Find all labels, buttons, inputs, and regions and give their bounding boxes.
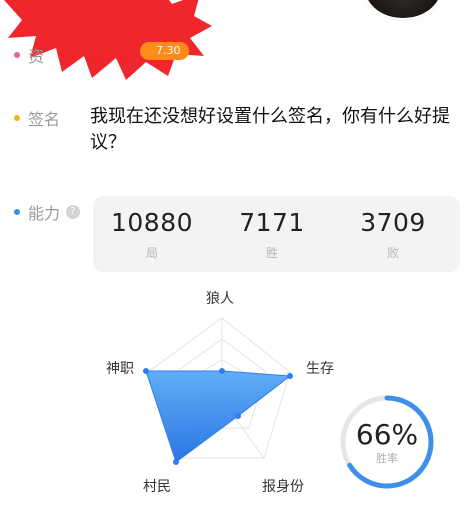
axis-label-survival: 生存 <box>306 361 334 377</box>
axis-label-claim: 报身份 <box>262 479 304 495</box>
win-rate-text: 66% 胜率 <box>337 420 437 466</box>
win-rate-caption: 胜率 <box>376 452 398 465</box>
axis-label-villager: 村民 <box>143 479 171 495</box>
axis-label-god: 神职 <box>106 361 134 377</box>
radar-value-area <box>145 370 292 463</box>
win-rate-value: 66% <box>355 418 419 451</box>
axis-label-werewolf: 狼人 <box>206 291 234 307</box>
